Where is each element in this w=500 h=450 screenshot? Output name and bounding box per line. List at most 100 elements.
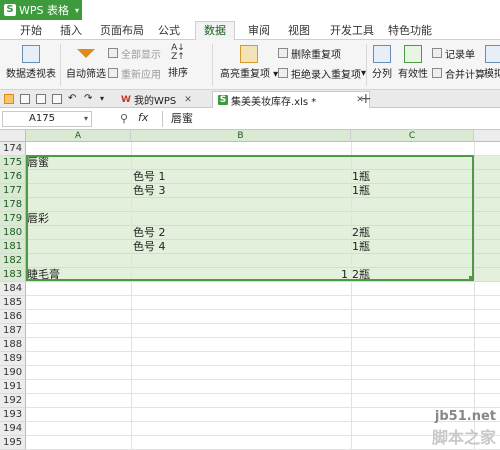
cell-b[interactable] [133,142,248,156]
cell-b-number[interactable] [248,310,348,324]
cell-b-number[interactable] [248,240,348,254]
cell-b-number[interactable] [248,380,348,394]
cell-c[interactable] [352,338,472,352]
function-icon[interactable]: fx [138,111,148,124]
cell-c[interactable] [352,142,472,156]
highlight-duplicates-button[interactable]: 高亮重复项 ▾ [220,45,278,80]
row-header[interactable]: 185 [0,296,26,310]
cell-a[interactable] [27,226,130,240]
cell-b[interactable] [133,268,248,282]
row-header[interactable]: 180 [0,226,26,240]
cell-b[interactable] [133,296,248,310]
cell-b[interactable] [133,324,248,338]
cell-a[interactable] [27,142,130,156]
new-tab-icon[interactable]: + [360,90,372,108]
cell-b-number[interactable] [248,156,348,170]
cell-a[interactable] [27,394,130,408]
print-preview-icon[interactable] [36,94,46,104]
column-header-b[interactable]: B [131,130,351,142]
doc-tab-my-wps[interactable]: W 我的WPS ✕ [116,91,197,108]
row-header[interactable]: 188 [0,338,26,352]
column-header-c[interactable]: C [351,130,474,142]
cell-b[interactable] [133,352,248,366]
cell-a[interactable] [27,436,130,450]
tab-data[interactable]: 数据 [195,21,235,41]
validity-button[interactable]: 有效性 [398,45,428,80]
cell-a[interactable] [27,310,130,324]
show-all-button[interactable]: 全部显示 [108,46,161,61]
cell-b[interactable] [133,198,248,212]
cell-c[interactable] [352,296,472,310]
cell-b-number[interactable] [248,184,348,198]
row-header[interactable]: 181 [0,240,26,254]
row-header[interactable]: 179 [0,212,26,226]
row-header[interactable]: 187 [0,324,26,338]
row-header[interactable]: 178 [0,198,26,212]
cell-b-number[interactable] [248,282,348,296]
cell-b-number[interactable] [248,142,348,156]
zoom-magnifier-icon[interactable]: ⚲ [120,112,128,125]
cell-c[interactable] [352,212,472,226]
remove-duplicates-button[interactable]: 删除重复项 [278,46,341,61]
row-header[interactable]: 177 [0,184,26,198]
row-header[interactable]: 195 [0,436,26,450]
row-header[interactable]: 193 [0,408,26,422]
cell-c[interactable] [352,366,472,380]
cell-b-number[interactable] [248,422,348,436]
cell-b[interactable] [133,408,248,422]
tab-insert[interactable]: 插入 [60,22,82,40]
cell-b[interactable] [133,422,248,436]
fill-handle[interactable] [469,276,474,281]
autofilter-button[interactable]: 自动筛选 [66,45,106,80]
cell-c[interactable] [352,310,472,324]
cell-b-number[interactable] [248,394,348,408]
cell-a[interactable] [27,408,130,422]
cell-a[interactable] [27,296,130,310]
cell-c[interactable]: 1瓶 [352,240,472,254]
cell-b-number[interactable] [248,436,348,450]
row-header[interactable]: 183 [0,268,26,282]
cell-b[interactable] [133,254,248,268]
cell-b[interactable] [133,380,248,394]
cell-c[interactable] [352,352,472,366]
row-header[interactable]: 186 [0,310,26,324]
cell-b-number[interactable] [248,254,348,268]
cell-a[interactable] [27,352,130,366]
cell-b-number[interactable] [248,226,348,240]
select-all-corner[interactable] [0,130,26,142]
undo-icon[interactable]: ↶ [68,94,78,104]
row-header[interactable]: 194 [0,422,26,436]
cell-b[interactable]: 色号 2 [133,226,248,240]
cell-a[interactable] [27,282,130,296]
record-form-button[interactable]: 记录单 [432,46,475,61]
tab-developer[interactable]: 开发工具 [330,22,374,40]
cell-b[interactable] [133,156,248,170]
cell-a[interactable] [27,366,130,380]
cell-b-number[interactable] [248,296,348,310]
row-header[interactable]: 192 [0,394,26,408]
cell-b[interactable]: 色号 4 [133,240,248,254]
simulate-button[interactable]: 模拟 [484,45,500,80]
cell-a[interactable]: 唇蜜 [27,156,130,170]
formula-input[interactable]: 唇蜜 [162,111,498,127]
open-folder-icon[interactable] [4,94,14,104]
tab-start[interactable]: 开始 [20,22,42,40]
consolidate-button[interactable]: 合并计算 [432,66,485,81]
cell-c[interactable]: 2瓶 [352,268,472,282]
cell-b[interactable] [133,394,248,408]
cell-c[interactable] [352,198,472,212]
cell-b[interactable] [133,366,248,380]
row-header[interactable]: 182 [0,254,26,268]
save-icon[interactable] [20,94,30,104]
cell-c[interactable] [352,324,472,338]
row-header[interactable]: 189 [0,352,26,366]
sort-button[interactable]: A↓ Z↑ 排序 [168,44,188,80]
row-header[interactable]: 184 [0,282,26,296]
cell-b-number[interactable] [248,352,348,366]
redo-icon[interactable]: ↷ [84,94,94,104]
cell-a[interactable] [27,184,130,198]
cell-c[interactable]: 2瓶 [352,226,472,240]
name-box[interactable]: A175 ▾ [2,111,92,127]
cell-c[interactable]: 1瓶 [352,184,472,198]
row-header[interactable]: 175 [0,156,26,170]
